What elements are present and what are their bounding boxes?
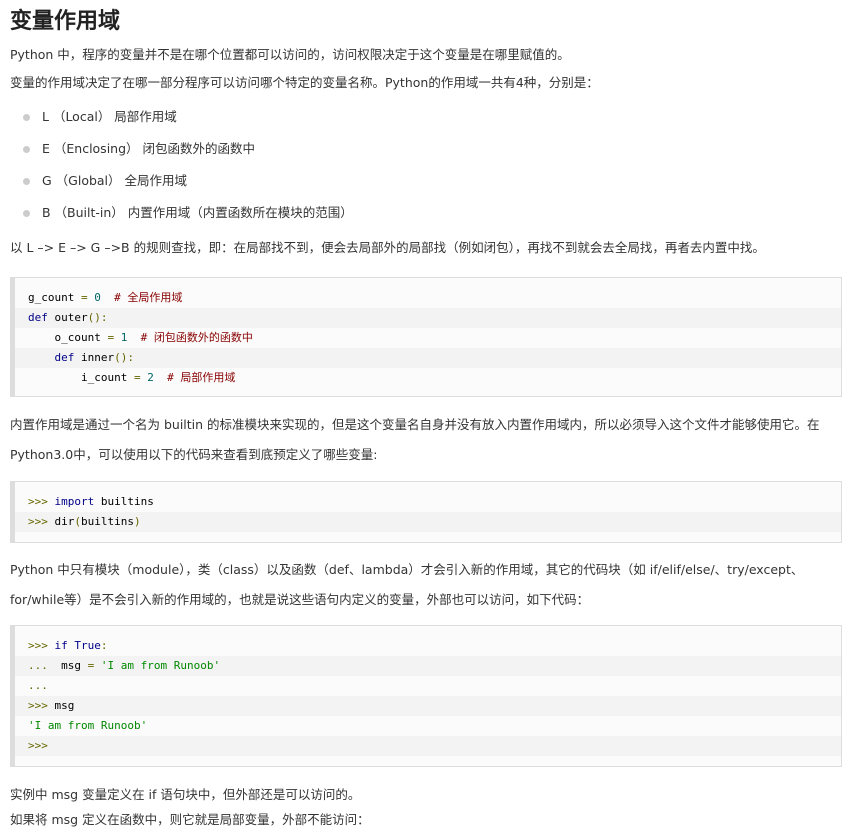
code-line: o_count = 1 # 闭包函数外的函数中 (15, 328, 841, 348)
code-block-scopes: g_count = 0 # 全局作用域 def outer(): o_count… (10, 277, 842, 397)
scope-enclosing: E （Enclosing） 闭包函数外的函数中 (42, 141, 256, 156)
code-token: = (74, 291, 95, 304)
code-token: : (100, 639, 108, 652)
code-line: 'I am from Runoob' (15, 716, 841, 736)
code-token: (): (114, 351, 134, 364)
code-token: def (28, 311, 48, 324)
scope-local: L （Local） 局部作用域 (42, 109, 177, 124)
code-token: (): (87, 311, 108, 324)
code-token: ) (133, 515, 141, 528)
code-token: >>> (28, 515, 48, 528)
code-token: 'I am from Runoob' (28, 719, 148, 732)
code-token: ( (74, 515, 81, 528)
code-token: g_count (28, 291, 75, 304)
bullet-icon (23, 114, 30, 121)
code-token: msg (47, 699, 75, 712)
lookup-rule-paragraph: 以 L –> E –> G –>B 的规则查找，即：在局部找不到，便会去局部外的… (10, 240, 765, 255)
code-token: = (127, 371, 148, 384)
code-line: ... (15, 676, 841, 696)
code-token: import (54, 495, 95, 508)
module-paragraph: Python 中只有模块（module），类（class）以及函数（def、la… (10, 562, 804, 607)
code-line: def inner(): (15, 348, 841, 368)
code-token: i_count (28, 371, 128, 384)
code-token: dir (47, 515, 75, 528)
code-token: # 局部作用域 (167, 371, 236, 384)
code-token: builtins (81, 515, 134, 528)
code-token: 0 (94, 291, 101, 304)
code-token: def (54, 351, 75, 364)
outro-paragraph-2: 如果将 msg 定义在函数中，则它就是局部变量，外部不能访问： (10, 812, 370, 827)
bullet-icon (23, 210, 30, 217)
code-token: inner (74, 351, 115, 364)
code-token: o_count (28, 331, 101, 344)
code-line: >>> (15, 736, 841, 756)
outro-paragraph-1: 实例中 msg 变量定义在 if 语句块中，但外部还是可以访问的。 (10, 787, 361, 802)
code-token: builtins (94, 495, 154, 508)
code-block-builtins: >>> import builtins >>> dir(builtins) (10, 481, 842, 543)
code-token: outer (47, 311, 88, 324)
code-line: g_count = 0 # 全局作用域 (15, 288, 841, 308)
code-token: = (100, 331, 121, 344)
code-token: ... (28, 659, 48, 672)
intro-paragraph-2: 变量的作用域决定了在哪一部分程序可以访问哪个特定的变量名称。Python的作用域… (10, 75, 599, 90)
code-line: >>> import builtins (15, 492, 841, 512)
code-token: msg (47, 659, 88, 672)
code-line: >>> if True: (15, 636, 841, 656)
scope-global: G （Global） 全局作用域 (42, 173, 188, 188)
code-line: >>> dir(builtins) (15, 512, 841, 532)
code-token: ... (28, 679, 48, 692)
code-token: 'I am from Runoob' (100, 659, 221, 672)
code-token: >>> (28, 699, 48, 712)
scope-builtin: B （Built-in） 内置作用域（内置函数所在模块的范围） (42, 205, 353, 220)
code-token: 2 (147, 371, 154, 384)
code-line: i_count = 2 # 局部作用域 (15, 368, 841, 388)
code-line: def outer(): (15, 308, 841, 328)
code-block-if-scope: >>> if True: ... msg = 'I am from Runoob… (10, 625, 842, 767)
bullet-icon (23, 178, 30, 185)
code-token: if (54, 639, 68, 652)
builtin-paragraph: 内置作用域是通过一个名为 builtin 的标准模块来实现的，但是这个变量名自身… (10, 417, 820, 462)
code-token: >>> (28, 639, 48, 652)
code-token: >>> (28, 739, 48, 752)
bullet-icon (23, 146, 30, 153)
code-line: ... msg = 'I am from Runoob' (15, 656, 841, 676)
code-token: # 全局作用域 (114, 291, 183, 304)
code-line: >>> msg (15, 696, 841, 716)
code-token: >>> (28, 495, 48, 508)
intro-paragraph-1: Python 中，程序的变量并不是在哪个位置都可以访问的，访问权限决定于这个变量… (10, 47, 570, 62)
page-title: 变量作用域 (10, 9, 121, 34)
code-token: True (74, 639, 101, 652)
code-token: # 闭包函数外的函数中 (140, 331, 253, 344)
